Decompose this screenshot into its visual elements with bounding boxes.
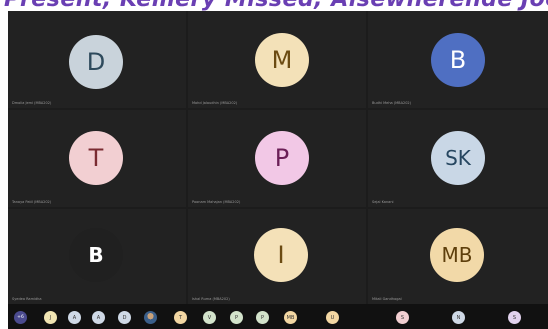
participant-avatar: MB [430,228,484,282]
participant-tile[interactable]: T Tanaya Patil (MBA202) [8,110,186,207]
participant-tile[interactable]: B Budhi Meha (MBA202) [368,11,548,108]
participant-name: Tanaya Patil (MBA202) [12,200,52,204]
participant-name: Mohd Jalaudhin (MBA202) [192,101,238,105]
participant-chip[interactable]: S [396,311,409,324]
participant-chip[interactable]: P [256,311,269,324]
participant-name: Syedea Ramidha [12,297,42,301]
video-grid: D Dmolia Jemi (MBA202) M Mohd Jalaudhin (MB… [8,11,548,304]
participant-avatar: P [255,131,309,185]
participant-avatar: B [69,228,123,282]
participant-avatar: T [69,131,123,185]
participant-chip[interactable]: A [68,311,81,324]
more-participants-button[interactable]: +6 [14,311,27,324]
participant-chip[interactable]: T [174,311,187,324]
participant-name: Poonam Mahajan (MBA202) [192,200,241,204]
participant-chip[interactable]: N [452,311,465,324]
participant-chip[interactable]: U [326,311,339,324]
top-caption-strip: Present, Kemery Missed, Alsewherende Joc… [0,0,548,11]
photo-avatar-icon[interactable] [144,311,157,324]
participant-avatar: I [254,228,308,282]
participant-tile[interactable]: MB Mitali Gandhogal [368,209,548,304]
participant-avatar: D [69,35,123,89]
participant-name: Dmolia Jemi (MBA202) [12,101,52,105]
participant-tile[interactable]: I Ishal Ruma (MBA202) [188,209,366,304]
participant-chip[interactable]: D [118,311,131,324]
participant-avatar: SK [431,131,485,185]
participant-chip[interactable]: P [230,311,243,324]
participant-chip[interactable]: A [92,311,105,324]
participant-strip: +6 J A A D T V P P MB U S N S [8,304,548,329]
participant-name: Sejal Kanani [372,200,394,204]
participant-chip[interactable]: V [203,311,216,324]
participant-tile[interactable]: B Syedea Ramidha [8,209,186,304]
participant-chip[interactable]: MB [284,311,297,324]
participant-tile[interactable]: SK Sejal Kanani [368,110,548,207]
participant-chip[interactable]: J [44,311,57,324]
participant-name: Ishal Ruma (MBA202) [192,297,230,301]
caption-text: Present, Kemery Missed, Alsewherende Joc… [4,0,548,11]
participant-name: Mitali Gandhogal [372,297,402,301]
participant-avatar: M [255,33,309,87]
participant-chip[interactable]: S [508,311,521,324]
participant-tile[interactable]: D Dmolia Jemi (MBA202) [8,11,186,108]
participant-tile[interactable]: M Mohd Jalaudhin (MBA202) [188,11,366,108]
participant-name: Budhi Meha (MBA202) [372,101,412,105]
participant-tile[interactable]: P Poonam Mahajan (MBA202) [188,110,366,207]
participant-avatar: B [431,33,485,87]
